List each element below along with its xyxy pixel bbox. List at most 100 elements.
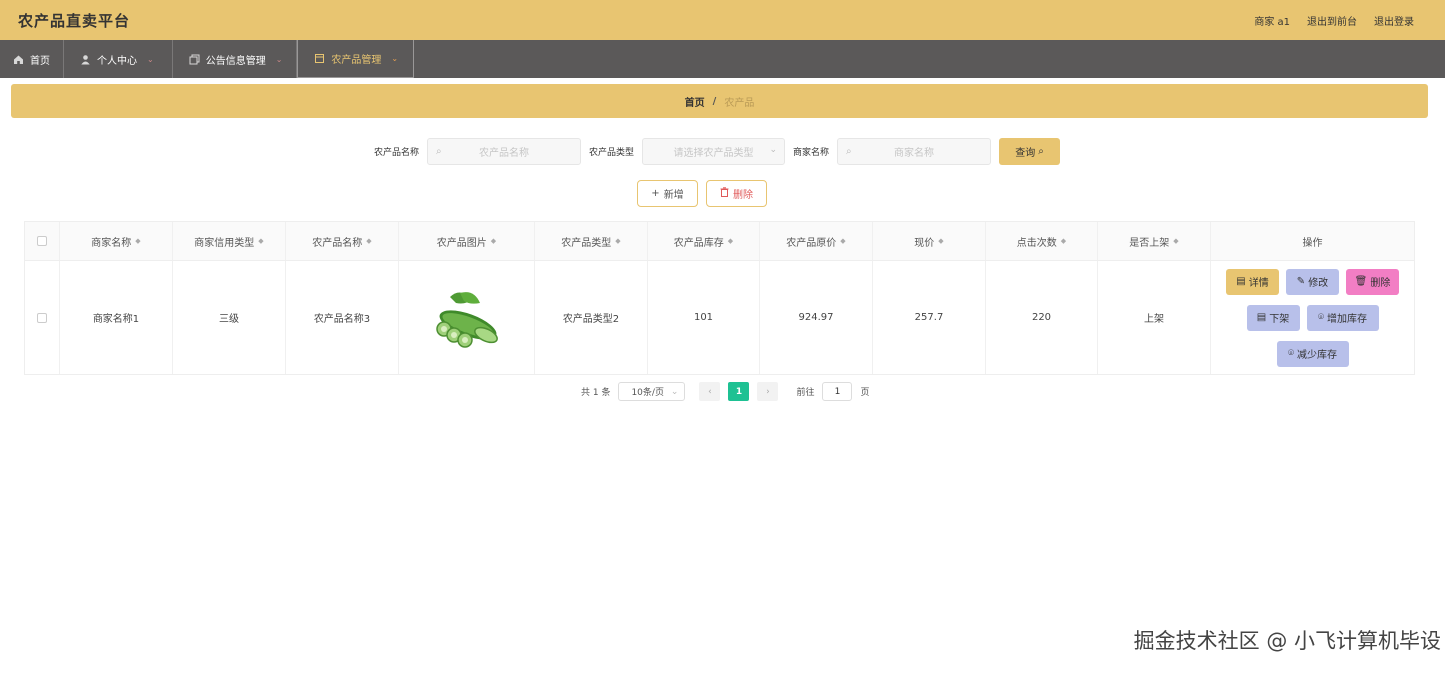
nav-personal[interactable]: 个人中心 ⌄	[64, 40, 173, 78]
nav-product-label: 农产品管理	[331, 55, 382, 66]
top-links: 商家 a1 退出到前台 退出登录	[1254, 13, 1414, 28]
copy-icon	[189, 54, 200, 65]
action-bar: + 新增 删除	[637, 180, 767, 207]
select-all-checkbox[interactable]	[37, 236, 47, 246]
th-label: 现价	[914, 237, 935, 249]
ops-row: ⌾ 减少库存	[1276, 340, 1349, 367]
breadcrumb-home[interactable]: 首页	[685, 94, 705, 109]
pencil-icon: ✎	[1296, 276, 1306, 287]
nav-product[interactable]: 农产品管理 ⌄	[297, 40, 415, 78]
user-label: 商家 a1	[1254, 16, 1290, 28]
product-table: 商家名称 ◆ 商家信用类型 ◆ 农产品名称 ◆ 农产品图片 ◆ 农产品类型 ◆ 农产品库存…	[24, 221, 1415, 375]
off-shelf-button[interactable]: ▤ 下架	[1246, 304, 1300, 331]
chevron-down-icon: ⌄	[275, 54, 283, 64]
goto-page-input[interactable]: 1	[822, 382, 853, 401]
edit-button[interactable]: ✎ 修改	[1286, 268, 1339, 295]
off-shelf-button-label: 下架	[1269, 314, 1290, 325]
cell-clicks: 220	[986, 261, 1098, 374]
next-page-button[interactable]: ›	[757, 382, 779, 401]
nav-personal-label: 个人中心	[97, 55, 137, 67]
product-type-select[interactable]: 请选择农产品类型 ⌄	[642, 138, 786, 165]
th-merchant[interactable]: 商家名称 ◆	[60, 222, 173, 260]
top-header: 农产品直卖平台 商家 a1 退出到前台 退出登录	[0, 0, 1445, 40]
logout-link[interactable]: 退出登录	[1374, 13, 1414, 28]
main-nav: 首页 个人中心 ⌄ 公告信息管理 ⌄ 农产品管理 ⌄	[0, 40, 1445, 78]
sort-icon: ◆	[938, 237, 944, 245]
ops-row: ▤ 下架 ⌾ 增加库存	[1246, 304, 1379, 331]
cell-merchant: 商家名称1	[60, 261, 173, 374]
page-suffix: 页	[860, 388, 870, 398]
delete-button-label: 删除	[1370, 278, 1391, 289]
product-type-label: 农产品类型	[589, 148, 635, 158]
prev-page-button[interactable]: ‹	[699, 382, 721, 401]
product-name-input[interactable]: ⌕ 农产品名称	[427, 138, 582, 165]
cell-on-shelf: 上架	[1098, 261, 1211, 374]
th-stock[interactable]: 农产品库存 ◆	[648, 222, 760, 260]
th-price[interactable]: 现价 ◆	[873, 222, 986, 260]
operation-buttons: ▤ 详情 ✎ 修改 🗑 删除 ▤ 下架 ⌾ 增加库存 ⌾ 减少库存	[1226, 268, 1399, 367]
sort-icon: ◆	[1060, 237, 1067, 245]
nav-home[interactable]: 首页	[0, 40, 64, 78]
sort-icon: ◆	[727, 237, 734, 245]
th-clicks[interactable]: 点击次数 ◆	[986, 222, 1098, 260]
sort-icon: ◆	[490, 237, 497, 245]
total-count: 共 1 条	[581, 388, 611, 398]
batch-delete-button[interactable]: 删除	[706, 180, 767, 207]
cell-image	[399, 261, 535, 374]
search-icon: ⌕	[436, 146, 442, 157]
detail-button[interactable]: ▤ 详情	[1226, 268, 1279, 295]
edit-button-label: 修改	[1308, 278, 1329, 289]
home-icon	[13, 54, 24, 65]
add-button-label: 新增	[663, 190, 684, 201]
user-icon	[80, 54, 91, 65]
content-panel: 农产品名称 ⌕ 农产品名称 农产品类型 请选择农产品类型 ⌄ 商家名称 ⌕ 商家…	[11, 118, 1428, 414]
watermark: 掘金技术社区 @ 小飞计算机毕设	[1133, 629, 1441, 653]
cucumber-image[interactable]	[430, 285, 504, 351]
page-number-button[interactable]: 1	[728, 382, 750, 401]
th-original-price[interactable]: 农产品原价 ◆	[760, 222, 873, 260]
cell-name: 农产品名称3	[286, 261, 399, 374]
increase-stock-button[interactable]: ⌾ 增加库存	[1306, 304, 1379, 331]
search-icon: ⌕	[846, 146, 852, 157]
chevron-down-icon: ⌄	[670, 386, 679, 397]
page-size-select[interactable]: 10条/页 ⌄	[618, 382, 686, 401]
page-size-value: 10条/页	[631, 388, 664, 398]
nav-notice[interactable]: 公告信息管理 ⌄	[173, 40, 298, 78]
th-label: 农产品类型	[561, 237, 612, 249]
product-name-label: 农产品名称	[374, 148, 420, 158]
plus-icon: +	[651, 188, 660, 199]
breadcrumb-separator: /	[712, 95, 717, 107]
row-checkbox[interactable]	[37, 312, 47, 323]
th-on-shelf[interactable]: 是否上架 ◆	[1098, 222, 1211, 260]
search-form: 农产品名称 ⌕ 农产品名称 农产品类型 请选择农产品类型 ⌄ 商家名称 ⌕ 商家…	[374, 138, 1061, 165]
th-name[interactable]: 农产品名称 ◆	[286, 222, 399, 260]
query-button[interactable]: 查询 ⌕	[999, 138, 1061, 165]
increase-stock-label: 增加库存	[1327, 314, 1367, 325]
th-label: 农产品库存	[673, 237, 724, 249]
add-button[interactable]: + 新增	[637, 180, 698, 207]
delete-button[interactable]: 🗑 删除	[1346, 268, 1399, 295]
th-credit[interactable]: 商家信用类型 ◆	[173, 222, 286, 260]
sort-icon: ◆	[840, 237, 846, 245]
select-all-cell	[25, 222, 60, 260]
table-header: 商家名称 ◆ 商家信用类型 ◆ 农产品名称 ◆ 农产品图片 ◆ 农产品类型 ◆ 农产品库存…	[25, 222, 1414, 261]
th-image[interactable]: 农产品图片 ◆	[399, 222, 535, 260]
th-type[interactable]: 农产品类型 ◆	[535, 222, 648, 260]
chevron-down-icon: ⌄	[769, 145, 778, 155]
trash-icon	[720, 187, 729, 200]
pagination: 共 1 条 10条/页 ⌄ ‹ 1 › 前往 1 页	[581, 382, 869, 401]
merchant-name-input[interactable]: ⌕ 商家名称	[837, 138, 992, 165]
chevron-right-icon: ›	[766, 386, 770, 397]
cell-price: 257.7	[873, 261, 986, 374]
back-to-front-link[interactable]: 退出到前台	[1307, 13, 1357, 28]
trash-icon: 🗑	[1354, 276, 1368, 287]
th-label: 是否上架	[1129, 237, 1170, 249]
sort-icon: ◆	[258, 237, 264, 245]
product-name-placeholder: 农产品名称	[479, 148, 530, 159]
decrease-stock-button[interactable]: ⌾ 减少库存	[1276, 340, 1349, 367]
th-label: 商家名称	[91, 237, 132, 249]
cell-operations: ▤ 详情 ✎ 修改 🗑 删除 ▤ 下架 ⌾ 增加库存 ⌾ 减少库存	[1211, 261, 1414, 374]
th-label: 商家信用类型	[194, 237, 255, 249]
search-icon: ⌕	[1038, 146, 1044, 157]
query-button-label: 查询	[1015, 148, 1036, 159]
